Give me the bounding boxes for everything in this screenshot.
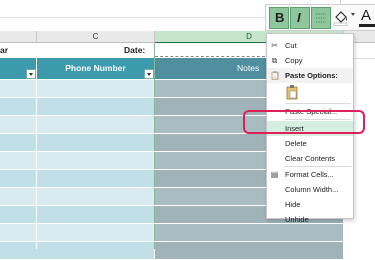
fill-color-icon[interactable] — [332, 8, 350, 26]
paste-options-header: 📋 Paste Options: — [267, 68, 353, 83]
column-width-label: Column Width... — [285, 185, 339, 194]
paste-options-label: Paste Options: — [285, 71, 338, 80]
scissors-icon: ✂ — [271, 41, 278, 50]
table-header-phone[interactable]: Phone Number — [37, 58, 154, 79]
menu-item-format-cells[interactable]: ▤ Format Cells... — [267, 167, 353, 182]
format-cells-label: Format Cells... — [285, 170, 334, 179]
column-header-d-label: D — [246, 32, 252, 41]
cut-label: Cut — [285, 41, 297, 50]
table-row[interactable] — [0, 224, 154, 242]
italic-button[interactable]: I — [290, 7, 310, 29]
clipboard-icon: 📋 — [270, 71, 280, 80]
column-header-c-label: C — [92, 32, 99, 41]
menu-item-column-width[interactable]: Column Width... — [267, 182, 353, 197]
insert-highlight-outline — [243, 110, 365, 134]
date-label[interactable]: Date: — [124, 43, 145, 58]
unhide-label: Unhide — [285, 215, 309, 224]
mini-toolbar: B I A — [265, 4, 375, 31]
table-row[interactable] — [0, 188, 154, 206]
name-box-divider — [0, 17, 265, 18]
filter-dropdown-phone[interactable] — [144, 69, 154, 79]
hide-label: Hide — [285, 200, 301, 209]
menu-item-unhide[interactable]: Unhide — [267, 212, 353, 227]
filter-dropdown-b[interactable] — [26, 69, 36, 79]
column-header-c[interactable]: C — [37, 31, 155, 43]
phone-number-label: Phone Number — [65, 63, 126, 73]
font-color-button[interactable]: A — [358, 7, 375, 27]
table-row[interactable] — [0, 116, 154, 134]
table-row[interactable] — [0, 170, 154, 188]
italic-label: I — [297, 10, 301, 25]
table-row[interactable] — [0, 134, 154, 152]
format-cells-icon: ▤ — [270, 170, 279, 179]
clear-contents-label: Clear Contents — [285, 154, 336, 163]
table-row[interactable] — [0, 152, 154, 170]
paste-button-icon[interactable] — [285, 84, 299, 100]
table-row[interactable] — [0, 80, 154, 98]
delete-label: Delete — [285, 139, 307, 148]
table-row[interactable] — [0, 98, 154, 116]
bold-label: B — [275, 10, 285, 25]
menu-item-copy[interactable]: ⧉ Copy — [267, 53, 353, 68]
copy-label: Copy — [285, 56, 303, 65]
notes-cell[interactable] — [155, 242, 343, 260]
borders-icon[interactable] — [311, 7, 331, 29]
table-row[interactable] — [0, 206, 154, 224]
column-header-b[interactable] — [0, 31, 37, 43]
fill-color-dropdown-icon[interactable] — [351, 13, 355, 16]
menu-item-hide[interactable]: Hide — [267, 197, 353, 212]
copy-icon: ⧉ — [271, 56, 278, 65]
menu-item-cut[interactable]: ✂ Cut — [267, 38, 353, 53]
bold-button[interactable]: B — [269, 7, 289, 29]
cell-ar[interactable]: ar — [0, 43, 8, 58]
menu-item-delete[interactable]: Delete — [267, 136, 353, 151]
notes-label: Notes — [237, 63, 260, 73]
col-c-left-border — [36, 58, 37, 249]
font-color-bar — [359, 24, 375, 27]
table-row[interactable] — [0, 242, 154, 260]
menu-item-clear-contents[interactable]: Clear Contents — [267, 151, 353, 166]
date-cell-border — [155, 43, 265, 57]
font-color-icon: A — [361, 7, 372, 24]
